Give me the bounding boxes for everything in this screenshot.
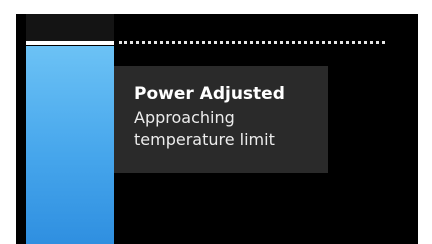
power-level-bar (26, 46, 114, 244)
notice-title: Power Adjusted (134, 84, 285, 104)
notice-message-line-2: temperature limit (134, 130, 275, 149)
power-adjusted-notice: Power Adjusted Approaching temperature l… (114, 66, 328, 173)
notice-message: Approaching temperature limit (134, 107, 324, 151)
power-status-panel: Power Adjusted Approaching temperature l… (16, 14, 418, 244)
limit-line-marker (26, 41, 114, 45)
bar-track-top (26, 14, 114, 42)
notice-message-line-1: Approaching (134, 108, 235, 127)
temperature-limit-dotted-line (119, 41, 385, 44)
